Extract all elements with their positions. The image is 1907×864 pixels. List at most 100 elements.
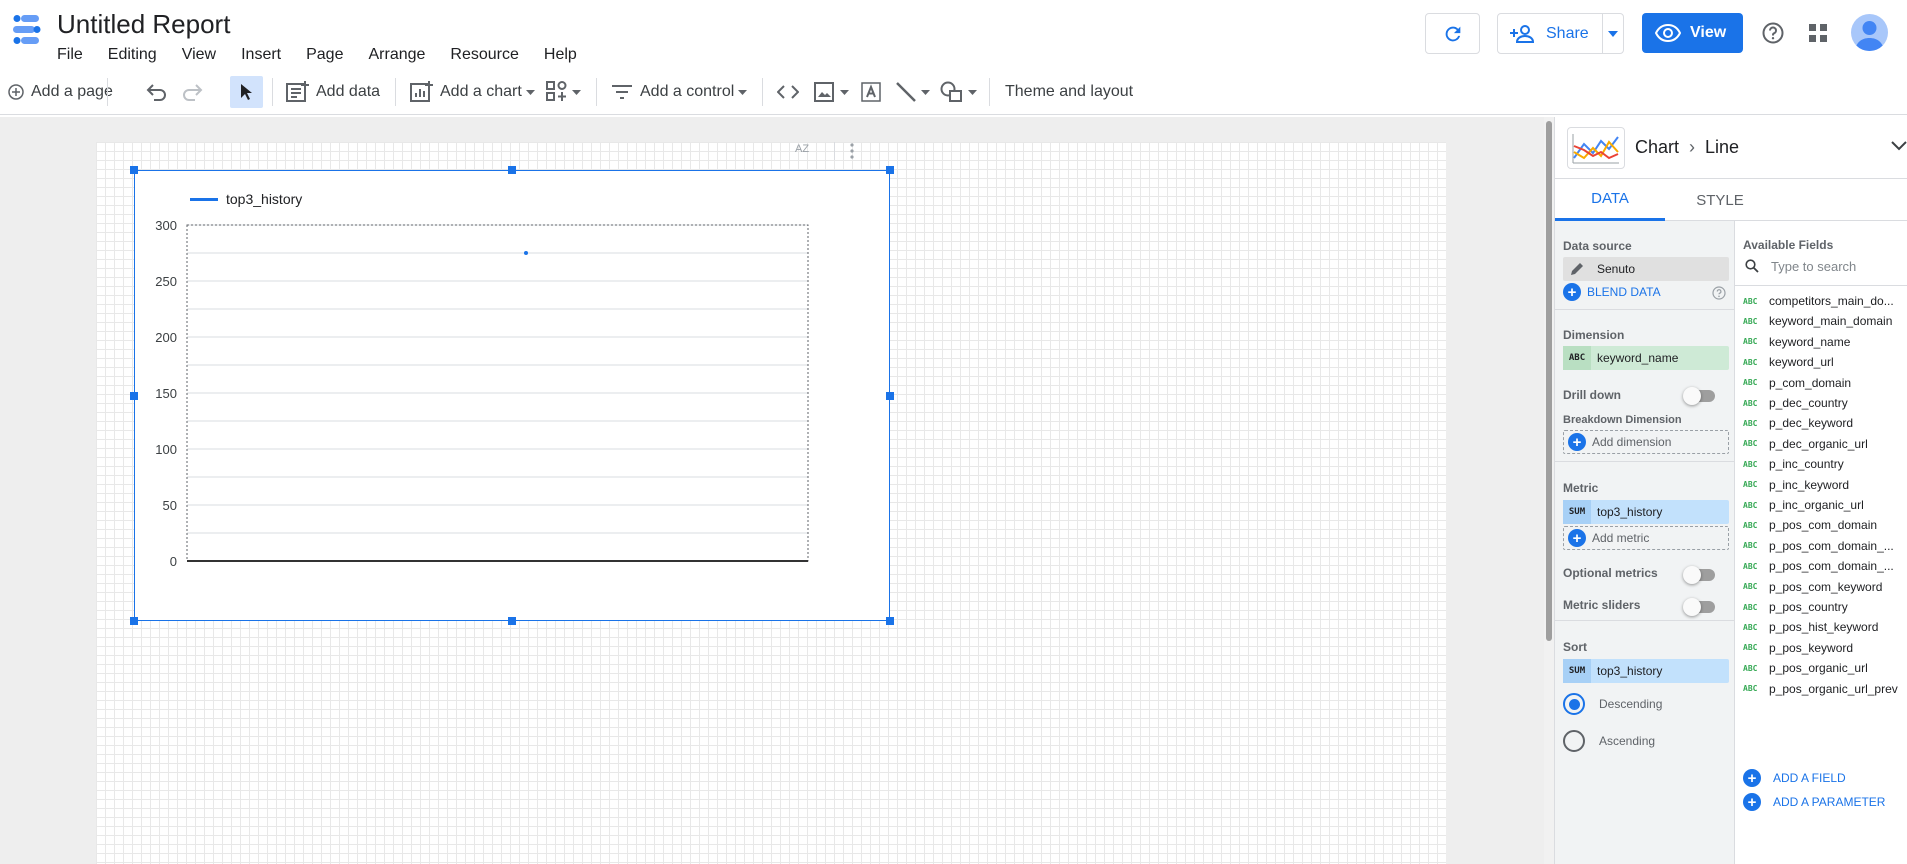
metric-chip[interactable]: SUM top3_history bbox=[1563, 500, 1729, 524]
caret-down-icon bbox=[968, 89, 977, 95]
add-dimension-button[interactable]: + Add dimension bbox=[1563, 430, 1729, 454]
chart-type-breadcrumb: Chart › Line bbox=[1635, 137, 1739, 158]
field-list-item[interactable]: ABC p_inc_organic_url bbox=[1735, 495, 1907, 515]
data-studio-logo-icon[interactable] bbox=[11, 13, 43, 47]
sort-ascending-option[interactable]: Ascending bbox=[1563, 730, 1655, 752]
resize-handle[interactable] bbox=[508, 617, 516, 625]
menu-insert[interactable]: Insert bbox=[241, 46, 281, 64]
share-dropdown-button[interactable] bbox=[1603, 30, 1623, 37]
menu-view[interactable]: View bbox=[182, 46, 216, 64]
sort-field-chip[interactable]: SUM top3_history bbox=[1563, 659, 1729, 683]
view-button[interactable]: View bbox=[1642, 13, 1743, 53]
field-list-item[interactable]: ABC p_pos_com_domain_... bbox=[1735, 536, 1907, 556]
chart-legend[interactable]: top3_history bbox=[190, 191, 302, 207]
panel-header: Chart › Line bbox=[1555, 117, 1907, 179]
help-icon[interactable] bbox=[1712, 286, 1726, 300]
undo-button[interactable] bbox=[146, 80, 168, 104]
field-list-item[interactable]: ABC p_dec_organic_url bbox=[1735, 434, 1907, 454]
field-list-item[interactable]: ABC p_pos_com_keyword bbox=[1735, 577, 1907, 597]
menu-editing[interactable]: Editing bbox=[108, 46, 157, 64]
canvas-scrollbar[interactable] bbox=[1544, 117, 1554, 864]
add-page-button[interactable]: Add a page bbox=[8, 80, 113, 104]
field-list-item[interactable]: ABC p_pos_hist_keyword bbox=[1735, 617, 1907, 637]
add-text-button[interactable] bbox=[860, 80, 882, 104]
menu-file[interactable]: File bbox=[57, 46, 83, 64]
field-list-item[interactable]: ABC p_inc_country bbox=[1735, 454, 1907, 474]
metric-sliders-toggle[interactable] bbox=[1683, 598, 1715, 616]
scrollbar-thumb[interactable] bbox=[1546, 121, 1552, 641]
search-icon bbox=[1745, 259, 1759, 273]
tab-data[interactable]: DATA bbox=[1555, 179, 1665, 221]
dimension-chip[interactable]: ABC keyword_name bbox=[1563, 346, 1729, 370]
field-type-tag: ABC bbox=[1743, 622, 1758, 632]
field-name: p_dec_organic_url bbox=[1769, 436, 1868, 451]
more-vertical-icon[interactable] bbox=[850, 143, 854, 159]
field-type-tag: ABC bbox=[1743, 337, 1758, 347]
resize-handle[interactable] bbox=[886, 617, 894, 625]
radio-selected[interactable] bbox=[1563, 693, 1585, 715]
tab-style[interactable]: STYLE bbox=[1665, 179, 1775, 221]
top-bar: Untitled Report File Editing View Insert… bbox=[0, 0, 1907, 63]
field-list-item[interactable]: ABC p_inc_keyword bbox=[1735, 475, 1907, 495]
field-type-tag: ABC bbox=[1743, 357, 1758, 367]
field-list-item[interactable]: ABC p_pos_organic_url_prev bbox=[1735, 679, 1907, 699]
field-list-item[interactable]: ABC p_pos_com_domain_... bbox=[1735, 556, 1907, 576]
chart-type-label: Line bbox=[1705, 137, 1740, 157]
field-list-item[interactable]: ABC p_dec_country bbox=[1735, 393, 1907, 413]
add-image-button[interactable] bbox=[814, 80, 849, 104]
resize-handle[interactable] bbox=[130, 166, 138, 174]
field-list-item[interactable]: ABC p_pos_com_domain bbox=[1735, 515, 1907, 535]
avatar[interactable] bbox=[1851, 14, 1888, 51]
radio-unselected[interactable] bbox=[1563, 730, 1585, 752]
resize-handle[interactable] bbox=[886, 166, 894, 174]
select-tool-button[interactable] bbox=[230, 76, 263, 108]
resize-handle[interactable] bbox=[508, 166, 516, 174]
add-chart-button[interactable]: Add a chart bbox=[410, 80, 535, 104]
add-data-button[interactable]: Add data bbox=[286, 80, 380, 104]
metric-aggregation-tag[interactable]: SUM bbox=[1563, 500, 1591, 524]
help-icon[interactable] bbox=[1762, 22, 1784, 44]
menu-help[interactable]: Help bbox=[544, 46, 577, 64]
menu-resource[interactable]: Resource bbox=[450, 46, 518, 64]
add-shape-button[interactable] bbox=[940, 80, 977, 104]
field-list-item[interactable]: ABC p_dec_keyword bbox=[1735, 413, 1907, 433]
data-source-chip[interactable]: Senuto bbox=[1563, 257, 1729, 281]
field-list-item[interactable]: ABC p_pos_country bbox=[1735, 597, 1907, 617]
sort-descending-option[interactable]: Descending bbox=[1563, 693, 1662, 715]
redo-button[interactable] bbox=[181, 80, 203, 104]
report-title[interactable]: Untitled Report bbox=[57, 9, 230, 40]
field-list-item[interactable]: ABC p_com_domain bbox=[1735, 373, 1907, 393]
field-list-item[interactable]: ABC p_pos_organic_url bbox=[1735, 658, 1907, 678]
data-setup-column: Data source Senuto + BLEND DATA Dimensio… bbox=[1555, 221, 1735, 864]
add-parameter-button[interactable]: + ADD A PARAMETER bbox=[1743, 793, 1885, 811]
field-search-input[interactable] bbox=[1771, 258, 1891, 274]
add-control-button[interactable]: Add a control bbox=[611, 80, 748, 104]
field-list-item[interactable]: ABC keyword_name bbox=[1735, 332, 1907, 352]
field-list-item[interactable]: ABC p_pos_keyword bbox=[1735, 638, 1907, 658]
field-list-item[interactable]: ABC keyword_main_domain bbox=[1735, 311, 1907, 331]
field-list-item[interactable]: ABC keyword_url bbox=[1735, 352, 1907, 372]
optional-metrics-toggle[interactable] bbox=[1683, 566, 1715, 584]
add-line-button[interactable] bbox=[895, 80, 930, 104]
add-community-component-button[interactable] bbox=[546, 80, 581, 104]
refresh-button[interactable] bbox=[1425, 13, 1480, 54]
share-button[interactable]: Share bbox=[1498, 14, 1604, 53]
theme-and-layout-button[interactable]: Theme and layout bbox=[1005, 80, 1133, 104]
y-tick-label: 250 bbox=[155, 274, 177, 289]
resize-handle[interactable] bbox=[130, 617, 138, 625]
chevron-down-icon[interactable] bbox=[1891, 141, 1907, 151]
field-list-item[interactable]: ABC competitors_main_do... bbox=[1735, 291, 1907, 311]
sort-aggregation-tag[interactable]: SUM bbox=[1563, 659, 1591, 683]
apps-grid-icon[interactable] bbox=[1808, 23, 1828, 43]
pencil-icon[interactable] bbox=[1563, 257, 1591, 281]
add-field-button[interactable]: + ADD A FIELD bbox=[1743, 769, 1846, 787]
drill-down-toggle[interactable] bbox=[1683, 387, 1715, 405]
blend-data-button[interactable]: + BLEND DATA bbox=[1559, 283, 1661, 301]
resize-handle[interactable] bbox=[886, 392, 894, 400]
add-metric-button[interactable]: + Add metric bbox=[1563, 526, 1729, 550]
embed-url-button[interactable] bbox=[777, 80, 799, 104]
menu-arrange[interactable]: Arrange bbox=[368, 46, 425, 64]
chart-type-picker[interactable] bbox=[1567, 127, 1625, 169]
sort-az-icon[interactable]: AZ bbox=[795, 143, 809, 155]
menu-page[interactable]: Page bbox=[306, 46, 343, 64]
